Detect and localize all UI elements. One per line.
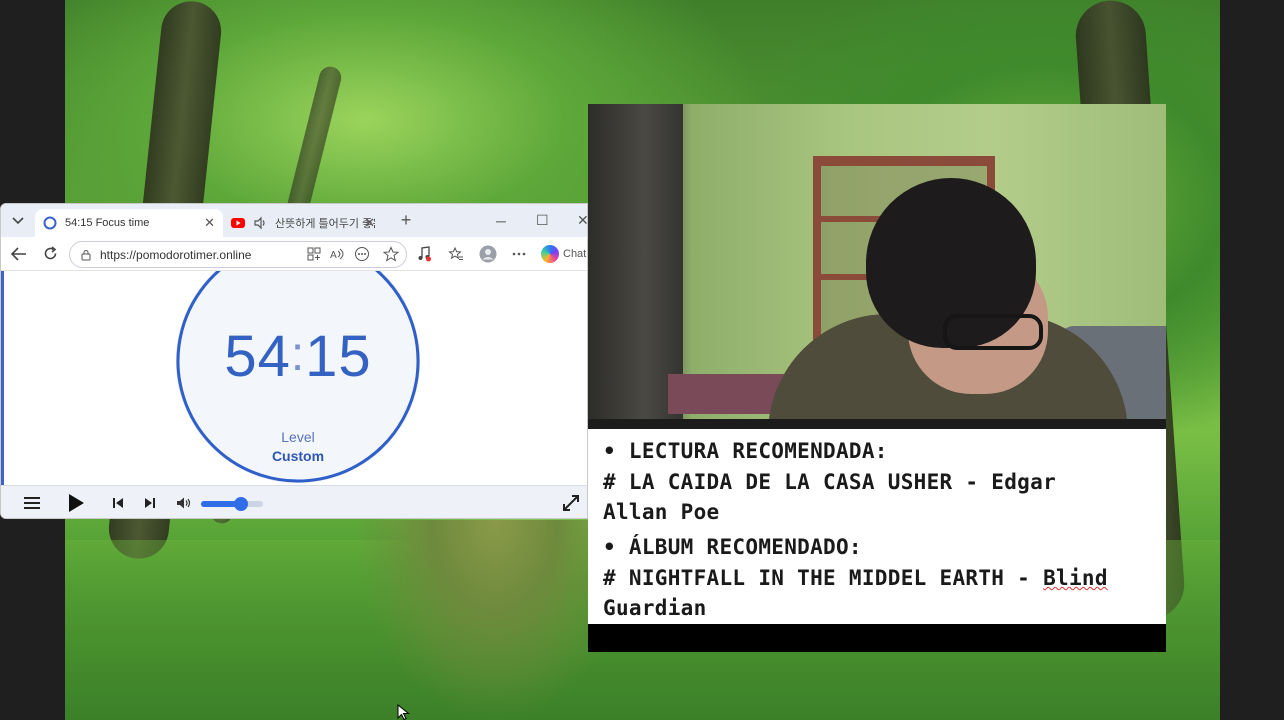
level-value-button[interactable]: Custom xyxy=(176,448,420,464)
reading-author-line: Allan Poe xyxy=(603,500,720,524)
tab-label: 54:15 Focus time xyxy=(65,217,150,229)
profile-avatar-icon[interactable] xyxy=(479,245,497,263)
browser-toolbar: https://pomodorotimer.online A Chat xyxy=(1,237,587,271)
youtube-icon xyxy=(231,218,245,228)
next-track-icon[interactable] xyxy=(141,493,159,513)
tab-label: 산뜻하게 틀어두기 좋은 xyxy=(275,218,375,230)
copilot-chat-button[interactable]: Chat xyxy=(541,245,586,263)
reading-heading: • LECTURA RECOMENDADA: xyxy=(603,439,888,463)
read-aloud-icon[interactable]: A xyxy=(329,245,347,263)
copilot-icon xyxy=(541,245,559,263)
recommendations-panel: • LECTURA RECOMENDADA: # LA CAIDA DE LA … xyxy=(588,429,1166,624)
app-available-icon[interactable] xyxy=(305,245,323,263)
media-control-icon[interactable] xyxy=(415,245,433,263)
volume-slider-handle[interactable] xyxy=(234,497,249,511)
copilot-label: Chat xyxy=(563,248,587,260)
settings-more-icon[interactable] xyxy=(510,245,528,263)
tab-actions-chevron-icon[interactable] xyxy=(1,204,35,237)
album-heading: • ÁLBUM RECOMENDADO: xyxy=(603,535,862,559)
previous-track-icon[interactable] xyxy=(109,493,127,513)
tab-focus-time[interactable]: 54:15 Focus time ✕ xyxy=(35,209,223,237)
volume-icon[interactable] xyxy=(175,493,193,513)
play-icon[interactable] xyxy=(65,493,87,513)
volume-slider[interactable] xyxy=(201,497,263,511)
screen: 54:15 Focus time ✕ 산뜻하게 틀어두기 좋은 ✕ + ─ ☐ … xyxy=(0,0,1284,720)
spellcheck-word: Blind xyxy=(1043,566,1108,590)
timer-seconds: 15 xyxy=(305,324,372,389)
tab-bar: 54:15 Focus time ✕ 산뜻하게 틀어두기 좋은 ✕ + ─ ☐ … xyxy=(1,204,587,237)
panel-footer-bar xyxy=(588,624,1166,652)
webcam-video xyxy=(588,104,1166,429)
right-dark-margin xyxy=(1220,0,1284,720)
minimize-button[interactable]: ─ xyxy=(496,204,506,237)
svg-text:A: A xyxy=(330,250,337,261)
music-player-bar xyxy=(1,485,587,518)
timer-display: 54:15 xyxy=(176,323,420,390)
favorite-star-icon[interactable] xyxy=(382,245,400,263)
new-tab-button[interactable]: + xyxy=(391,210,421,231)
lock-icon[interactable] xyxy=(80,249,92,261)
mouse-cursor-icon xyxy=(397,704,410,720)
close-window-button[interactable]: ✕ xyxy=(577,204,587,237)
album-artist-line: Guardian xyxy=(603,596,707,620)
pomodoro-page: 54:15 Level Custom xyxy=(1,271,587,485)
reading-title-line: # LA CAIDA DE LA CASA USHER - Edgar xyxy=(603,470,1057,494)
level-label: Level xyxy=(281,429,315,445)
timer-colon: : xyxy=(290,328,306,381)
close-tab-icon[interactable]: ✕ xyxy=(204,215,215,231)
maximize-button[interactable]: ☐ xyxy=(536,204,549,237)
pomodoro-circle-icon xyxy=(43,216,57,230)
back-arrow-icon[interactable] xyxy=(3,237,35,271)
webcam-bottom-bar xyxy=(588,419,1166,429)
favorites-icon[interactable] xyxy=(447,245,465,263)
browser-window: 54:15 Focus time ✕ 산뜻하게 틀어두기 좋은 ✕ + ─ ☐ … xyxy=(0,203,588,519)
playlist-menu-icon[interactable] xyxy=(21,493,43,513)
album-title-text: # NIGHTFALL IN THE MIDDEL EARTH - xyxy=(603,566,1044,590)
refresh-icon[interactable] xyxy=(34,237,66,271)
person-glasses xyxy=(943,314,1043,350)
speaker-icon[interactable] xyxy=(253,216,267,230)
timer-minutes: 54 xyxy=(224,324,291,389)
album-title-line: # NIGHTFALL IN THE MIDDEL EARTH - Blind xyxy=(603,566,1108,590)
tab-youtube[interactable]: 산뜻하게 틀어두기 좋은 ✕ xyxy=(223,209,383,237)
more-tools-icon[interactable] xyxy=(353,245,371,263)
address-url: https://pomodorotimer.online xyxy=(100,247,252,262)
close-tab-icon[interactable]: ✕ xyxy=(364,215,375,231)
fullscreen-expand-icon[interactable] xyxy=(561,493,581,513)
